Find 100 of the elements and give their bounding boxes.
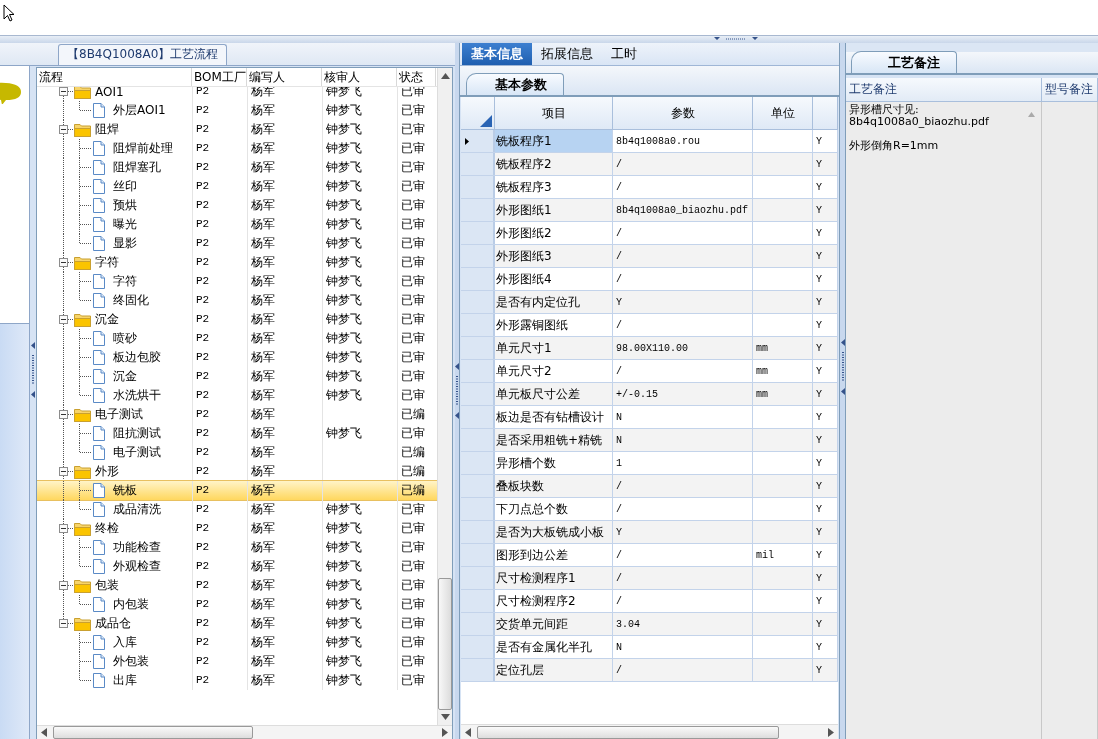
folder-name[interactable]: 包装 xyxy=(95,577,119,594)
item-cell[interactable]: 是否有内定位孔 xyxy=(495,291,613,313)
folder-name[interactable]: 电子测试 xyxy=(95,406,143,423)
value-cell[interactable]: / xyxy=(613,498,753,520)
item-cell[interactable]: 下刀点总个数 xyxy=(495,498,613,520)
step-name[interactable]: 入库 xyxy=(113,634,137,651)
step-name[interactable]: 阻抗测试 xyxy=(113,425,161,442)
scroll-right-icon[interactable] xyxy=(442,728,448,737)
folder-name[interactable]: 字符 xyxy=(95,254,119,271)
item-cell[interactable]: 外形图纸3 xyxy=(495,245,613,267)
column-header[interactable]: 项目 xyxy=(495,97,613,129)
sub-tab[interactable]: 工艺备注 xyxy=(851,51,957,73)
minus-box-icon[interactable] xyxy=(59,581,68,590)
value-cell[interactable]: 8b4q1008a0.rou xyxy=(613,130,753,152)
unit-cell[interactable] xyxy=(753,521,813,543)
column-header[interactable]: 核审人 xyxy=(322,68,397,86)
scroll-left-icon[interactable] xyxy=(465,727,471,737)
step-name[interactable]: 沉金 xyxy=(113,368,137,385)
minus-box-icon[interactable] xyxy=(59,87,68,96)
table-cell[interactable]: Y xyxy=(813,406,838,428)
column-header[interactable]: 状态 xyxy=(397,68,436,86)
table-cell[interactable]: Y xyxy=(813,245,838,267)
table-cell[interactable]: Y xyxy=(813,176,838,198)
unit-cell[interactable] xyxy=(753,245,813,267)
item-cell[interactable]: 定位孔层 xyxy=(495,659,613,681)
scrollbar-thumb[interactable] xyxy=(438,578,452,710)
item-cell[interactable]: 外形露铜图纸 xyxy=(495,314,613,336)
value-cell[interactable]: N xyxy=(613,406,753,428)
value-cell[interactable]: / xyxy=(613,245,753,267)
column-header[interactable]: 型号备注 xyxy=(1042,78,1098,102)
minus-box-icon[interactable] xyxy=(59,410,68,419)
item-cell[interactable]: 单元尺寸2 xyxy=(495,360,613,382)
table-cell[interactable]: Y xyxy=(813,475,838,497)
item-cell[interactable]: 铣板程序3 xyxy=(495,176,613,198)
scroll-left-icon[interactable] xyxy=(41,728,47,737)
step-name[interactable]: 出库 xyxy=(113,672,137,689)
table-cell[interactable]: Y xyxy=(813,452,838,474)
step-name[interactable]: 外观检查 xyxy=(113,558,161,575)
unit-cell[interactable]: mil xyxy=(753,544,813,566)
item-cell[interactable]: 铣板程序2 xyxy=(495,153,613,175)
step-name[interactable]: 水洗烘干 xyxy=(113,387,161,404)
splitter-handle-icon[interactable] xyxy=(714,36,758,42)
value-cell[interactable]: / xyxy=(613,360,753,382)
table-cell[interactable]: Y xyxy=(813,199,838,221)
table-cell[interactable]: Y xyxy=(813,153,838,175)
step-name[interactable]: 阻焊塞孔 xyxy=(113,159,161,176)
table-cell[interactable]: Y xyxy=(813,636,838,658)
table-cell[interactable]: Y xyxy=(813,268,838,290)
value-cell[interactable]: / xyxy=(613,153,753,175)
step-name[interactable]: 电子测试 xyxy=(113,444,161,461)
value-cell[interactable]: / xyxy=(613,659,753,681)
step-name[interactable]: 曝光 xyxy=(113,216,137,233)
unit-cell[interactable] xyxy=(753,291,813,313)
folder-name[interactable]: 阻焊 xyxy=(95,121,119,138)
step-name[interactable]: 功能检查 xyxy=(113,539,161,556)
scrollbar-thumb[interactable] xyxy=(53,726,253,739)
item-cell[interactable]: 是否采用粗铣+精铣 xyxy=(495,429,613,451)
column-header[interactable]: 编写人 xyxy=(247,68,322,86)
item-cell[interactable]: 铣板程序1 xyxy=(495,130,613,152)
table-cell[interactable]: Y xyxy=(813,429,838,451)
item-cell[interactable]: 异形槽个数 xyxy=(495,452,613,474)
unit-cell[interactable] xyxy=(753,475,813,497)
scrollbar-thumb[interactable] xyxy=(477,725,779,739)
folder-name[interactable]: 外形 xyxy=(95,463,119,480)
column-header[interactable]: BOM工厂 xyxy=(192,68,247,86)
unit-cell[interactable]: mm xyxy=(753,383,813,405)
value-cell[interactable]: / xyxy=(613,567,753,589)
table-cell[interactable]: Y xyxy=(813,130,838,152)
step-name[interactable]: 丝印 xyxy=(113,178,137,195)
table-cell[interactable]: Y xyxy=(813,521,838,543)
tab[interactable]: 基本信息 xyxy=(462,43,532,65)
step-name[interactable]: 阻焊前处理 xyxy=(113,140,173,157)
speech-bubble-icon[interactable] xyxy=(0,82,22,104)
table-cell[interactable]: Y xyxy=(813,360,838,382)
value-cell[interactable]: +/-0.15 xyxy=(613,383,753,405)
scroll-down-icon[interactable] xyxy=(440,714,450,720)
value-cell[interactable]: 98.00X110.00 xyxy=(613,337,753,359)
minus-box-icon[interactable] xyxy=(59,524,68,533)
value-cell[interactable]: / xyxy=(613,176,753,198)
minus-box-icon[interactable] xyxy=(59,315,68,324)
item-cell[interactable]: 叠板块数 xyxy=(495,475,613,497)
unit-cell[interactable] xyxy=(753,567,813,589)
column-header[interactable]: 流程 xyxy=(37,68,192,86)
step-name[interactable]: 字符 xyxy=(113,273,137,290)
item-cell[interactable]: 单元板尺寸公差 xyxy=(495,383,613,405)
value-cell[interactable]: / xyxy=(613,222,753,244)
item-cell[interactable]: 外形图纸2 xyxy=(495,222,613,244)
table-cell[interactable]: Y xyxy=(813,337,838,359)
step-name[interactable]: 喷砂 xyxy=(113,330,137,347)
value-cell[interactable]: 3.04 xyxy=(613,613,753,635)
item-cell[interactable]: 单元尺寸1 xyxy=(495,337,613,359)
column-header[interactable]: 单位 xyxy=(753,97,813,129)
column-header[interactable]: 参数 xyxy=(613,97,753,129)
table-cell[interactable]: Y xyxy=(813,498,838,520)
step-name[interactable]: 显影 xyxy=(113,235,137,252)
table-cell[interactable]: Y xyxy=(813,544,838,566)
tab[interactable]: 拓展信息 xyxy=(532,43,602,65)
step-name[interactable]: 外层AOI1 xyxy=(113,102,166,119)
item-cell[interactable]: 板边是否有钻槽设计 xyxy=(495,406,613,428)
scroll-up-icon[interactable] xyxy=(440,73,450,79)
